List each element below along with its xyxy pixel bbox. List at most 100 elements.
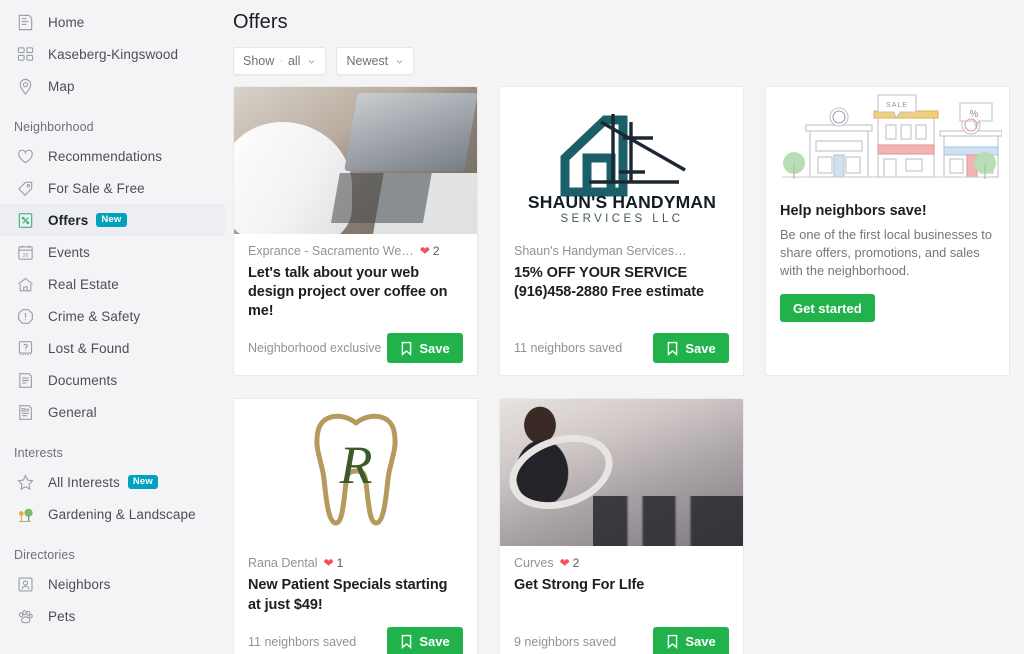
- sidebar-item-real-estate[interactable]: Real Estate: [0, 268, 225, 300]
- sidebar-item-label: Neighbors: [48, 576, 111, 592]
- sidebar-item-label: Home: [48, 14, 85, 30]
- general-note-icon: [14, 401, 36, 423]
- save-button[interactable]: Save: [653, 626, 729, 654]
- handyman-house-logo: SHAUN'S HANDYMAN SERVICES LLC: [527, 113, 715, 225]
- sidebar-item-all-interests[interactable]: All Interests New: [0, 466, 225, 498]
- offer-logo-rana-dental: R: [234, 399, 477, 547]
- offer-card-body: Curves ❤ 2 Get Strong For LIfe 9 neighbo…: [500, 546, 743, 654]
- bookmark-icon: [668, 634, 678, 650]
- alert-octagon-icon: [14, 305, 36, 327]
- house-icon: [14, 273, 36, 295]
- promo-heading: Help neighbors save!: [780, 203, 927, 219]
- sidebar-item-kaseberg-kingswood[interactable]: Kaseberg-Kingswood: [0, 38, 225, 70]
- sidebar-item-gardening-landscape[interactable]: Gardening & Landscape: [0, 498, 225, 530]
- save-button-label: Save: [685, 340, 716, 356]
- sidebar-item-label: For Sale & Free: [48, 180, 145, 196]
- offer-business-name: Rana Dental: [248, 556, 318, 571]
- sidebar-item-pets[interactable]: Pets: [0, 600, 225, 632]
- offer-title: New Patient Specials starting at just $4…: [248, 577, 448, 613]
- offer-business-row: Exprance - Sacramento We… ❤ 2: [248, 244, 463, 258]
- sidebar-section-directories: Directories: [14, 548, 75, 562]
- sort-filter-value: Newest: [346, 54, 389, 68]
- heart-icon: ❤: [323, 556, 334, 571]
- offer-business-row: Curves ❤ 2: [514, 556, 729, 570]
- offer-card[interactable]: R Rana Dental ❤ 1 New Patient Specials s…: [233, 398, 478, 654]
- offer-card[interactable]: SHAUN'S HANDYMAN SERVICES LLC Shaun's Ha…: [499, 86, 744, 377]
- offer-like-count: 2: [572, 556, 580, 571]
- offer-image-coffee: [234, 87, 477, 234]
- sidebar-badge-new: New: [96, 213, 127, 227]
- offer-likes: ❤ 2: [560, 556, 580, 570]
- svg-text:26: 26: [22, 252, 28, 258]
- grid-neighborhood-icon: [14, 43, 36, 65]
- offer-card[interactable]: Curves ❤ 2 Get Strong For LIfe 9 neighbo…: [499, 398, 744, 654]
- sidebar: Home Kaseberg-Kingswood Map Neighborhood: [0, 0, 225, 654]
- offer-business-name: Shaun's Handyman Services…: [514, 244, 687, 258]
- sidebar-item-label: Recommendations: [48, 148, 163, 164]
- sidebar-item-home[interactable]: Home: [0, 6, 225, 38]
- page-title: Offers: [233, 11, 288, 33]
- show-filter-dropdown[interactable]: Show · all: [233, 47, 327, 75]
- handyman-logo-line1: SHAUN'S HANDYMAN: [527, 192, 715, 212]
- sidebar-item-crime-safety[interactable]: Crime & Safety: [0, 300, 225, 332]
- sidebar-item-general[interactable]: General: [0, 396, 225, 428]
- paw-print-icon: [14, 605, 36, 627]
- offer-business-row: Shaun's Handyman Services…: [514, 244, 729, 258]
- price-tag-icon: [14, 177, 36, 199]
- save-button[interactable]: Save: [653, 333, 729, 364]
- promo-description: Be one of the first local businesses to …: [780, 227, 992, 279]
- get-started-button[interactable]: Get started: [780, 294, 875, 323]
- sidebar-item-label: Events: [48, 244, 90, 260]
- filter-bar: Show · all Newest: [233, 47, 1010, 75]
- save-button-label: Save: [419, 634, 450, 650]
- app-root: Home Kaseberg-Kingswood Map Neighborhood: [0, 0, 1024, 654]
- offer-business-name: Curves: [514, 556, 554, 571]
- offer-likes: ❤ 1: [324, 556, 344, 570]
- storefront-row-illustration: SALE %: [766, 87, 1009, 197]
- heart-outline-icon: [14, 145, 36, 167]
- offer-card-body: Exprance - Sacramento We… ❤ 2 Let's talk…: [234, 234, 477, 375]
- sidebar-item-label: Real Estate: [48, 276, 119, 292]
- home-feed-icon: [14, 11, 36, 33]
- calendar-icon: 26: [14, 241, 36, 263]
- heart-icon: ❤: [559, 556, 570, 571]
- person-frame-icon: [14, 573, 36, 595]
- sidebar-item-label: Documents: [48, 372, 118, 388]
- offer-footer: Neighborhood exclusive Save: [248, 321, 463, 364]
- bookmark-icon: [402, 634, 412, 650]
- offer-card[interactable]: Exprance - Sacramento We… ❤ 2 Let's talk…: [233, 86, 478, 377]
- sidebar-item-offers[interactable]: Offers New: [0, 204, 225, 236]
- offer-like-count: 2: [432, 244, 440, 258]
- sidebar-item-lost-found[interactable]: Lost & Found: [0, 332, 225, 364]
- sale-bubble-text: SALE: [886, 102, 908, 109]
- sidebar-item-documents[interactable]: Documents: [0, 364, 225, 396]
- gardening-tree-icon: [14, 503, 36, 525]
- main-content: Offers Show · all Newest Exprance - Sacr…: [225, 0, 1024, 654]
- offer-title: Get Strong For LIfe: [514, 577, 645, 594]
- sidebar-badge-new: New: [127, 475, 158, 489]
- sidebar-item-label: Map: [48, 78, 75, 94]
- offer-business-row: Rana Dental ❤ 1: [248, 556, 463, 570]
- offer-card-body: Rana Dental ❤ 1 New Patient Specials sta…: [234, 546, 477, 654]
- handyman-logo-line2: SERVICES LLC: [560, 213, 683, 225]
- save-button[interactable]: Save: [387, 333, 463, 364]
- save-button-label: Save: [419, 340, 450, 356]
- tooth-logo: R: [313, 413, 398, 526]
- offer-footnote: 9 neighbors saved: [514, 634, 617, 649]
- offer-footnote: 11 neighbors saved: [248, 634, 357, 649]
- sidebar-item-neighbors[interactable]: Neighbors: [0, 568, 225, 600]
- sidebar-item-events[interactable]: 26 Events: [0, 236, 225, 268]
- percent-offer-icon: [14, 209, 36, 231]
- sort-filter-dropdown[interactable]: Newest: [336, 47, 415, 75]
- sidebar-item-for-sale-free[interactable]: For Sale & Free: [0, 172, 225, 204]
- bookmark-icon: [668, 341, 678, 356]
- show-filter-value: all: [287, 54, 301, 68]
- sidebar-item-recommendations[interactable]: Recommendations: [0, 140, 225, 172]
- promo-body: Help neighbors save! Be one of the first…: [766, 197, 1009, 338]
- offer-likes: ❤ 2: [420, 244, 440, 258]
- sidebar-item-map[interactable]: Map: [0, 70, 225, 102]
- save-button[interactable]: Save: [387, 626, 463, 654]
- offer-footer: 11 neighbors saved Save: [248, 615, 463, 654]
- offer-title: Let's talk about your web design project…: [248, 265, 448, 320]
- sidebar-item-label: Pets: [48, 608, 76, 624]
